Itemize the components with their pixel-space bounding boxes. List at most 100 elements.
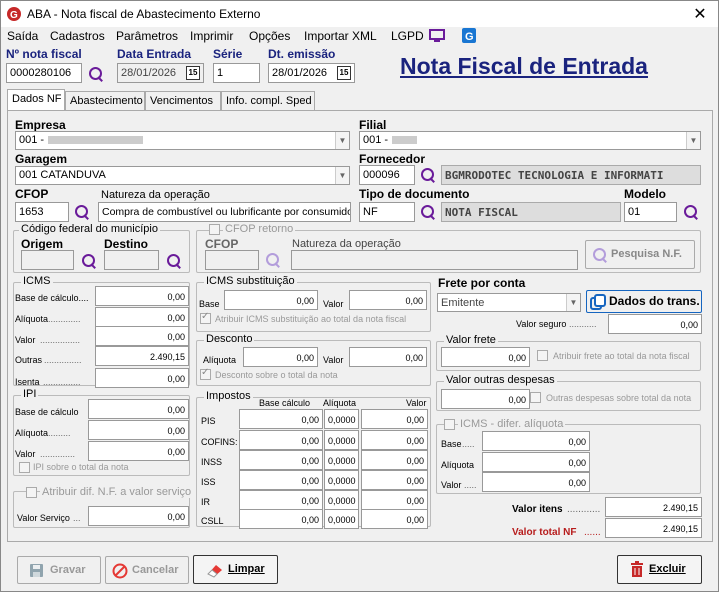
impostos-aliquota-field[interactable]: 0,0000 <box>324 470 359 490</box>
ipi-base-field[interactable]: 0,00 <box>88 399 189 419</box>
desconto-valor-field[interactable]: 0,00 <box>349 347 427 367</box>
impostos-base-field[interactable]: 0,00 <box>239 430 323 450</box>
filial-select[interactable]: 001 - ▼ <box>359 131 701 150</box>
impostos-aliquota-field[interactable]: 0,0000 <box>324 450 359 470</box>
modelo-search-icon[interactable] <box>683 204 699 220</box>
desconto-checkbox[interactable] <box>200 367 211 380</box>
cfop-field[interactable]: 1653 <box>15 202 69 222</box>
origem-field[interactable] <box>21 250 74 270</box>
ipi-aliquota-field[interactable]: 0,00 <box>88 420 189 440</box>
tipo-documento-search-icon[interactable] <box>420 204 436 220</box>
cfop-retorno-field[interactable] <box>205 250 259 270</box>
icms-outras-field[interactable]: 2.490,15 <box>95 346 189 366</box>
destino-field[interactable] <box>104 250 159 270</box>
ipi-checkbox[interactable] <box>19 462 30 473</box>
monitor-icon[interactable] <box>429 29 445 43</box>
impostos-valor-field[interactable]: 0,00 <box>361 509 428 529</box>
tab-vencimentos[interactable]: Vencimentos <box>145 91 221 111</box>
icms-difer-base-field[interactable]: 0,00 <box>482 431 590 451</box>
menu-importar-xml[interactable]: Importar XML <box>304 29 377 43</box>
gravar-button[interactable]: Gravar <box>17 556 101 584</box>
impostos-aliquota-field[interactable]: 0,0000 <box>324 409 359 429</box>
destino-search-icon[interactable] <box>166 253 182 269</box>
chevron-down-icon[interactable]: ▼ <box>686 132 700 149</box>
valor-servico-field[interactable]: 0,00 <box>88 506 189 526</box>
cancelar-button[interactable]: Cancelar <box>105 556 189 584</box>
cfop-search-icon[interactable] <box>74 204 90 220</box>
redacted-text <box>48 136 144 145</box>
fornecedor-search-icon[interactable] <box>420 167 436 183</box>
modelo-field[interactable]: 01 <box>624 202 677 222</box>
valor-frete-field[interactable]: 0,00 <box>441 347 530 367</box>
icms-isenta-field[interactable]: 0,00 <box>95 368 189 388</box>
dados-trans-label: Dados do trans. <box>609 294 700 308</box>
icms-valor-field[interactable]: 0,00 <box>95 326 189 346</box>
limpar-button[interactable]: Limpar <box>193 555 278 584</box>
impostos-base-field[interactable]: 0,00 <box>239 509 323 529</box>
serie-field[interactable]: 1 <box>213 63 260 83</box>
help-g-icon[interactable]: G <box>462 28 476 43</box>
icms-sub-valor-label: Valor <box>323 299 344 309</box>
valor-frete-checkbox[interactable] <box>537 350 548 361</box>
natureza-field[interactable]: Compra de combustível ou lubrificante po… <box>98 202 351 222</box>
pesquisa-nf-button[interactable]: Pesquisa N.F. <box>585 240 695 269</box>
impostos-base-field[interactable]: 0,00 <box>239 470 323 490</box>
icms-base-field[interactable]: 0,00 <box>95 286 189 306</box>
cfop-retorno-search-icon[interactable] <box>265 252 281 268</box>
dots: ............ <box>567 504 601 515</box>
ipi-aliquota-label: Alíquota <box>15 428 49 438</box>
save-icon <box>30 564 43 577</box>
outras-despesas-checkbox[interactable] <box>530 392 541 403</box>
cfop-retorno-natureza-field[interactable] <box>291 250 578 270</box>
chevron-down-icon[interactable]: ▼ <box>335 132 349 149</box>
icms-aliquota-field[interactable]: 0,00 <box>95 307 189 327</box>
menu-opcoes[interactable]: Opções <box>249 29 290 43</box>
fornecedor-code-field[interactable]: 000096 <box>359 165 415 185</box>
impostos-valor-field[interactable]: 0,00 <box>361 490 428 510</box>
desconto-aliquota-field[interactable]: 0,00 <box>243 347 318 367</box>
icms-sub-valor-field[interactable]: 0,00 <box>349 290 427 310</box>
excluir-button[interactable]: Excluir <box>617 555 702 584</box>
impostos-aliquota-field[interactable]: 0,0000 <box>324 490 359 510</box>
icms-difer-aliquota-field[interactable]: 0,00 <box>482 452 590 472</box>
impostos-valor-field[interactable]: 0,00 <box>361 450 428 470</box>
impostos-aliquota-field[interactable]: 0,0000 <box>324 430 359 450</box>
tab-dados-nf[interactable]: Dados NF <box>7 89 65 111</box>
cfop-retorno-checkbox[interactable] <box>209 224 220 235</box>
tab-info-compl-sped[interactable]: Info. compl. Sped <box>221 91 315 111</box>
chevron-down-icon[interactable]: ▼ <box>335 167 349 184</box>
impostos-valor-field[interactable]: 0,00 <box>361 409 428 429</box>
ipi-valor-field[interactable]: 0,00 <box>88 441 189 461</box>
impostos-base-field[interactable]: 0,00 <box>239 450 323 470</box>
menu-imprimir[interactable]: Imprimir <box>190 29 233 43</box>
impostos-base-field[interactable]: 0,00 <box>239 490 323 510</box>
impostos-aliquota-field[interactable]: 0,0000 <box>324 509 359 529</box>
dados-trans-button[interactable]: Dados do trans. <box>586 290 702 313</box>
garagem-select[interactable]: 001 CATANDUVA ▼ <box>15 166 350 185</box>
origem-search-icon[interactable] <box>81 253 97 269</box>
frete-select[interactable]: Emitente ▼ <box>437 293 581 312</box>
calendar-icon[interactable]: 15 <box>186 66 200 80</box>
impostos-valor-field[interactable]: 0,00 <box>361 470 428 490</box>
icms-difer-valor-field[interactable]: 0,00 <box>482 472 590 492</box>
nf-search-icon[interactable] <box>88 66 104 82</box>
empresa-select[interactable]: 001 - ▼ <box>15 131 350 150</box>
close-button[interactable]: ✕ <box>692 4 708 24</box>
nf-number-field[interactable]: 0000280106 <box>6 63 82 83</box>
tipo-documento-code[interactable]: NF <box>359 202 415 222</box>
menu-parametros[interactable]: Parâmetros <box>116 29 178 43</box>
icms-sub-base-field[interactable]: 0,00 <box>224 290 318 310</box>
impostos-valor-field[interactable]: 0,00 <box>361 430 428 450</box>
valor-seguro-field[interactable]: 0,00 <box>608 314 702 334</box>
chevron-down-icon[interactable]: ▼ <box>566 294 580 311</box>
menu-lgpd[interactable]: LGPD <box>391 29 424 43</box>
icms-sub-checkbox[interactable] <box>200 311 211 324</box>
atribuir-servico-checkbox[interactable] <box>26 487 37 498</box>
calendar-icon[interactable]: 15 <box>337 66 351 80</box>
icms-difer-checkbox[interactable] <box>444 419 455 430</box>
menu-cadastros[interactable]: Cadastros <box>50 29 105 43</box>
impostos-base-field[interactable]: 0,00 <box>239 409 323 429</box>
tab-abastecimento[interactable]: Abastecimento <box>65 91 145 111</box>
outras-despesas-field[interactable]: 0,00 <box>441 389 530 409</box>
menu-saida[interactable]: Saída <box>7 29 38 43</box>
